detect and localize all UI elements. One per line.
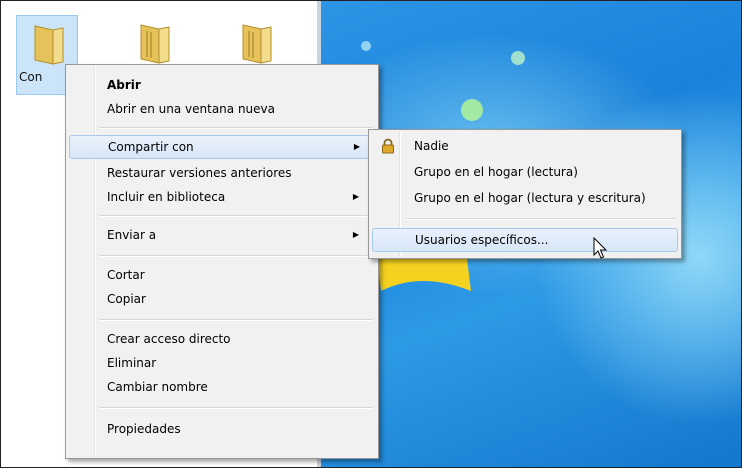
submenu-arrow-icon: ▶ [353,142,360,151]
menu-item-enviar-a[interactable]: Enviar a ▶ [69,223,373,247]
glow-orb [461,99,483,121]
menu-item-label: Incluir en biblioteca [107,190,226,204]
menu-separator [406,218,676,220]
menu-item-label: Grupo en el hogar (lectura y escritura) [414,191,646,205]
menu-item-label: Eliminar [107,356,157,370]
screenshot-frame: Con Abrir Abrir en una ventana nueva Com… [0,0,742,468]
glow-orb [361,41,371,51]
lock-icon [382,138,394,154]
menu-item-label: Abrir [107,78,141,92]
menu-item-incluir-biblioteca[interactable]: Incluir en biblioteca ▶ [69,185,373,209]
menu-item-label: Restaurar versiones anteriores [107,166,292,180]
menu-item-label: Enviar a [107,228,157,242]
menu-item-compartir-con[interactable]: Compartir con ▶ [69,135,375,159]
menu-separator [99,255,373,257]
menu-item-crear-acceso-directo[interactable]: Crear acceso directo [69,327,373,351]
menu-item-label: Usuarios específicos... [415,233,549,247]
menu-item-abrir-nueva-ventana[interactable]: Abrir en una ventana nueva [69,97,373,121]
menu-item-label: Cortar [107,268,145,282]
menu-item-label: Abrir en una ventana nueva [107,102,275,116]
menu-item-abrir[interactable]: Abrir [69,73,373,97]
submenu-item-nadie[interactable]: Nadie [372,134,676,158]
menu-item-label: Crear acceso directo [107,332,231,346]
menu-item-label: Propiedades [107,422,181,436]
share-submenu: Nadie Grupo en el hogar (lectura) Grupo … [368,129,682,259]
menu-item-label: Copiar [107,292,146,306]
folder-icon [140,24,170,64]
menu-item-restaurar-versiones[interactable]: Restaurar versiones anteriores [69,161,373,185]
menu-separator [99,407,373,409]
folder-icon [34,25,64,65]
menu-separator [99,127,373,129]
menu-item-label: Nadie [414,139,449,153]
submenu-item-grupo-hogar-lectura[interactable]: Grupo en el hogar (lectura) [372,160,676,184]
submenu-item-usuarios-especificos[interactable]: Usuarios específicos... [372,228,678,252]
menu-item-label: Grupo en el hogar (lectura) [414,165,578,179]
context-menu: Abrir Abrir en una ventana nueva Compart… [65,64,379,459]
menu-item-propiedades[interactable]: Propiedades [69,417,373,441]
menu-separator [99,215,373,217]
submenu-item-grupo-hogar-lectura-escritura[interactable]: Grupo en el hogar (lectura y escritura) [372,186,676,210]
glow-orb [511,51,525,65]
menu-item-eliminar[interactable]: Eliminar [69,351,373,375]
menu-item-label: Cambiar nombre [107,380,208,394]
menu-item-cortar[interactable]: Cortar [69,263,373,287]
submenu-arrow-icon: ▶ [352,230,359,239]
menu-separator [99,319,373,321]
mouse-cursor-icon [593,237,608,259]
submenu-arrow-icon: ▶ [352,192,359,201]
menu-item-cambiar-nombre[interactable]: Cambiar nombre [69,375,373,399]
menu-item-copiar[interactable]: Copiar [69,287,373,311]
menu-item-label: Compartir con [108,140,194,154]
folder-icon [242,24,272,64]
